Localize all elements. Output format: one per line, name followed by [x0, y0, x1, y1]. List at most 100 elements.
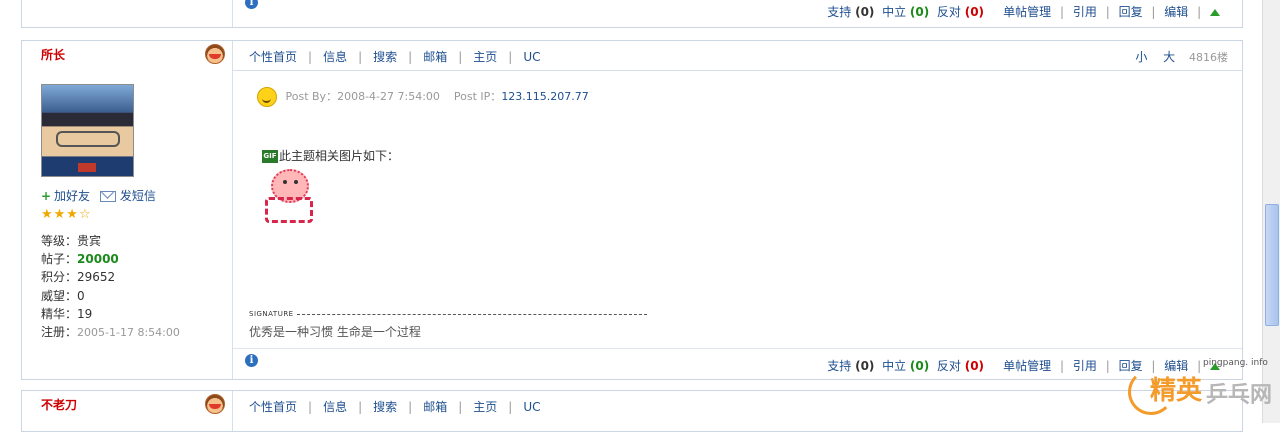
reply-link[interactable]: 回复: [1119, 5, 1143, 19]
avatar-bow: [78, 163, 96, 172]
stat-posts: 帖子：20000: [41, 252, 119, 267]
signature-label: SIGNATURE: [249, 310, 294, 318]
attachment-text: 此主题相关图片如下：: [279, 149, 400, 163]
support-link[interactable]: 支持: [827, 5, 851, 19]
separator: |: [458, 400, 463, 414]
attachment-image[interactable]: [263, 169, 318, 227]
avatar-glasses: [56, 131, 120, 147]
next-user-column: 不老刀: [22, 391, 233, 431]
nav-uc-link[interactable]: UC: [523, 50, 540, 64]
font-size-controls: 小 大 4816楼: [1123, 48, 1228, 65]
nav-homepage-link[interactable]: 主页: [473, 50, 497, 64]
nav-search-link[interactable]: 搜索: [373, 400, 397, 414]
separator: |: [308, 400, 313, 414]
manage-post-link[interactable]: 单帖管理: [1003, 5, 1051, 19]
oppose-link[interactable]: 反对: [937, 359, 961, 373]
separator: |: [408, 50, 413, 64]
nav-info-link[interactable]: 信息: [323, 400, 347, 414]
watermark-logo: 精英 乒乓网: [1128, 365, 1278, 421]
font-small-link[interactable]: 小: [1135, 50, 1147, 64]
add-friend-link[interactable]: 加好友: [54, 189, 90, 203]
stat-registered: 注册：2005-1-17 8:54:00: [41, 325, 180, 340]
user-stats: 等级：贵宾 帖子：20000 积分：29652 威望：0 精华：19 注册：20…: [41, 232, 180, 342]
signature-divider: SIGNATURE: [249, 310, 647, 318]
oppose-count: (0): [964, 5, 985, 19]
font-large-link[interactable]: 大: [1163, 50, 1175, 64]
user-face-icon: [205, 44, 225, 64]
separator: |: [1197, 5, 1202, 19]
nav-search-link[interactable]: 搜索: [373, 50, 397, 64]
stat-elite: 精华：19: [41, 306, 93, 321]
nav-mailbox-link[interactable]: 邮箱: [423, 50, 447, 64]
watermark-logo-rest: 乒乓网: [1206, 383, 1273, 408]
post-meta: Post By：2008-4-27 7:54:00 Post IP：123.11…: [257, 87, 589, 107]
prev-post-body: i 支持 (0) 中立 (0) 反对 (0) 单帖管理 | 引用 | 回复 | …: [233, 0, 1242, 27]
rank-stars: ★★★☆: [41, 207, 92, 222]
next-post-body: 个性首页 | 信息 | 搜索 | 邮箱 | 主页 | UC: [233, 391, 1242, 431]
post-body: 个性首页 | 信息 | 搜索 | 邮箱 | 主页 | UC 小 大 4816楼 Post By：20…: [233, 41, 1242, 379]
prev-user-column: [22, 0, 233, 27]
avatar: [41, 84, 134, 177]
separator: |: [458, 50, 463, 64]
username[interactable]: 所长: [41, 46, 65, 63]
neutral-link[interactable]: 中立: [882, 5, 906, 19]
nav-homepage-link[interactable]: 主页: [473, 400, 497, 414]
prev-post-footer: i 支持 (0) 中立 (0) 反对 (0) 单帖管理 | 引用 | 回复 | …: [233, 0, 1242, 27]
attachment-caption: GIF 此主题相关图片如下：: [262, 147, 399, 164]
separator: |: [358, 400, 363, 414]
post-ip-label: Post IP：: [453, 90, 502, 103]
separator: |: [508, 400, 513, 414]
manage-post-link[interactable]: 单帖管理: [1003, 359, 1051, 373]
nav-uc-link[interactable]: UC: [523, 400, 540, 414]
previous-post: i 支持 (0) 中立 (0) 反对 (0) 单帖管理 | 引用 | 回复 | …: [21, 0, 1243, 28]
mail-icon: [99, 191, 116, 202]
next-username[interactable]: 不老刀: [41, 396, 77, 413]
back-to-top-icon[interactable]: [1210, 9, 1220, 16]
separator: |: [1059, 359, 1065, 373]
separator: |: [408, 400, 413, 414]
plus-icon: +: [41, 189, 52, 203]
nav-mailbox-link[interactable]: 邮箱: [423, 400, 447, 414]
edit-link[interactable]: 编辑: [1164, 5, 1188, 19]
user-nav: 个性首页 | 信息 | 搜索 | 邮箱 | 主页 | UC: [249, 48, 540, 65]
user-column: 所长 + 加好友 发短信 ★★★☆ 等级：贵宾 帖子：20000 积分：29652…: [22, 41, 233, 379]
user-header: 所长: [22, 41, 232, 70]
stat-prestige: 威望：0: [41, 288, 85, 303]
next-post: 不老刀 个性首页 | 信息 | 搜索 | 邮箱 | 主页 | UC: [21, 390, 1243, 432]
watermark-logo-main: 精英: [1150, 376, 1203, 406]
neutral-count: (0): [909, 5, 930, 19]
oppose-count: (0): [964, 359, 985, 373]
post-header: 个性首页 | 信息 | 搜索 | 邮箱 | 主页 | UC 小 大 4816楼: [233, 41, 1242, 71]
stat-points: 积分：29652: [41, 270, 116, 285]
next-user-header: 不老刀: [22, 391, 232, 420]
forum-post: 所长 + 加好友 发短信 ★★★☆ 等级：贵宾 帖子：20000 积分：29652…: [21, 40, 1243, 380]
nav-home-link[interactable]: 个性首页: [249, 400, 297, 414]
separator: |: [1105, 5, 1110, 19]
pic-body: [265, 197, 313, 223]
quote-link[interactable]: 引用: [1073, 359, 1097, 373]
nav-info-link[interactable]: 信息: [323, 50, 347, 64]
support-count: (0): [855, 5, 875, 19]
support-count: (0): [855, 359, 875, 373]
pic-eye: [294, 180, 298, 184]
oppose-link[interactable]: 反对: [937, 5, 961, 19]
user-actions: + 加好友 发短信: [41, 187, 156, 204]
support-link[interactable]: 支持: [827, 359, 851, 373]
neutral-link[interactable]: 中立: [882, 359, 906, 373]
pic-eye: [283, 180, 287, 184]
smiley-icon: [257, 87, 277, 107]
signature-text: 优秀是一种习惯 生命是一个过程: [249, 325, 421, 339]
send-message-link[interactable]: 发短信: [120, 189, 156, 203]
prev-post-actions: 支持 (0) 中立 (0) 反对 (0) 单帖管理 | 引用 | 回复 | 编辑…: [827, 3, 1220, 20]
quote-link[interactable]: 引用: [1073, 5, 1097, 19]
nav-home-link[interactable]: 个性首页: [249, 50, 297, 64]
post-ip-link[interactable]: 123.115.207.77: [501, 90, 588, 103]
scrollbar-thumb[interactable]: [1265, 204, 1279, 326]
post-date: 2008-4-27 7:54:00: [337, 90, 440, 103]
signature-line: [296, 313, 647, 315]
separator: |: [308, 50, 313, 64]
separator: |: [508, 50, 513, 64]
separator: |: [1105, 359, 1110, 373]
info-icon[interactable]: i: [245, 354, 258, 367]
info-icon[interactable]: i: [245, 0, 258, 9]
